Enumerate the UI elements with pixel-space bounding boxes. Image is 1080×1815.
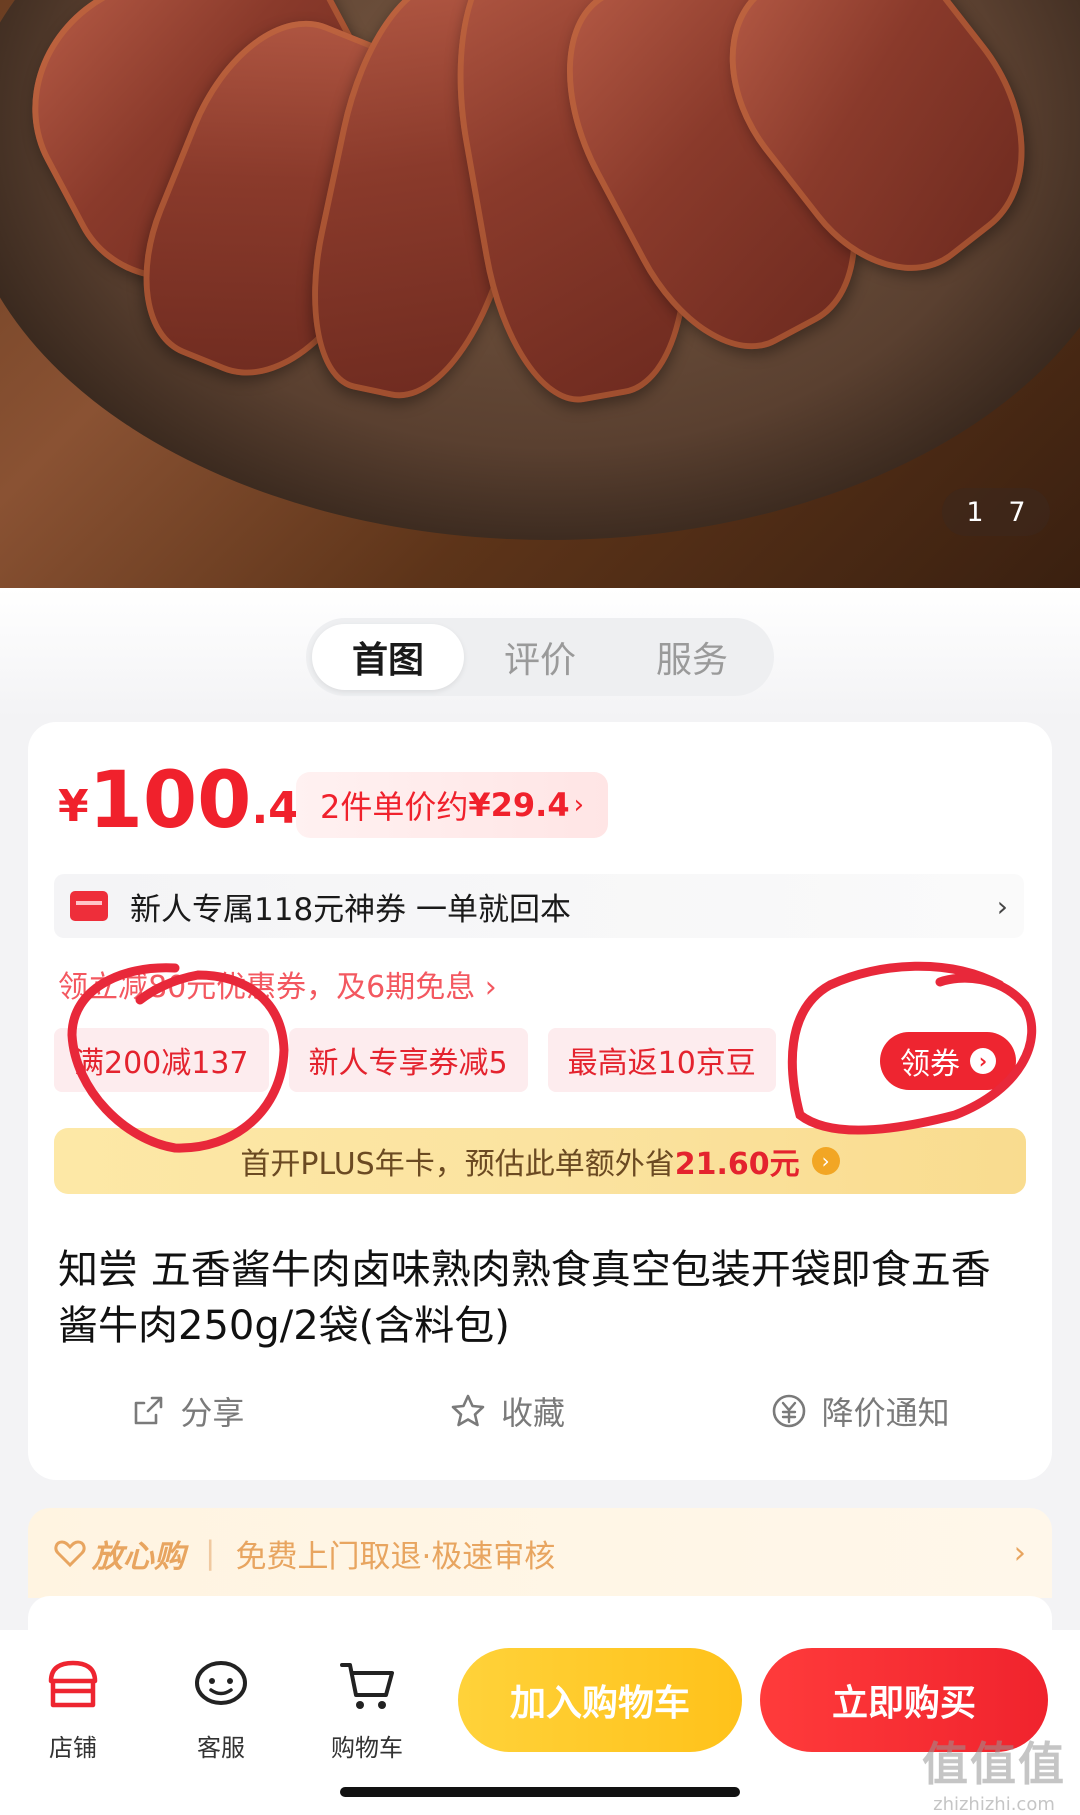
store-nav-button[interactable]: 店铺 [18,1650,128,1763]
promo-chips: 满200减137 新人专享券减5 最高返10京豆 [54,1028,796,1092]
product-title: 知尝 五香酱牛肉卤味熟肉熟食真空包装开袋即食五香酱牛肉250g/2袋(含料包) [58,1247,991,1349]
chevron-right-icon: › [996,889,1008,923]
tab-main-image[interactable]: 首图 [312,624,464,690]
tab-reviews[interactable]: 评价 [464,624,616,690]
promo-chip[interactable]: 最高返10京豆 [547,1028,776,1092]
assurance-text: 免费上门取退·极速审核 [235,1538,556,1575]
promo-chip[interactable]: 满200减137 [54,1028,269,1092]
watermark-url: zhizhizhi.com [933,1794,1055,1815]
unit-price-prefix: 2件单价约 [320,788,469,826]
share-icon [135,1396,163,1425]
get-coupon-label: 领券 [900,1047,960,1082]
get-coupon-button[interactable]: 领券 › [880,1032,1016,1090]
chevron-right-icon: › [1013,1535,1026,1571]
price: ¥ 100 .40 [58,762,329,840]
watermark: 值值值 zhizhizhi.com [922,1728,1066,1815]
coupon-promo-link[interactable]: 领立减80元优惠券，及6期免息 › [58,962,497,1006]
store-label: 店铺 [49,1734,97,1762]
image-counter: 1 7 [942,488,1050,536]
price-alert-icon [772,1394,805,1428]
product-image-gallery[interactable]: 1 7 [0,0,1080,588]
price-alert-button[interactable]: 降价通知 [770,1388,950,1434]
plus-banner-text: 首开PLUS年卡，预估此单额外省 [240,1147,675,1182]
new-user-coupon-banner[interactable]: 新人专属118元神券 一单就回本 › [54,874,1024,938]
watermark-main: 值值值 [922,1737,1066,1791]
add-to-cart-button[interactable]: 加入购物车 [458,1648,742,1752]
share-label: 分享 [180,1394,245,1432]
assurance-brand: 放心购 [54,1531,185,1576]
cart-nav-button[interactable]: 购物车 [312,1650,422,1763]
product-info-card: ¥ 100 .40 2件单价约 ¥29.4 › 新人专属118元神券 一单就回本… [28,722,1052,1480]
chevron-right-icon: › [811,1147,840,1175]
image-index: 1 [966,496,984,528]
star-icon [451,1394,485,1427]
cart-label: 购物车 [331,1734,403,1762]
chat-icon [195,1661,247,1705]
promo-chip[interactable]: 新人专享券减5 [288,1028,528,1092]
image-total: 7 [1008,496,1026,528]
share-button[interactable]: 分享 [130,1388,244,1434]
section-tabs: 首图 评价 服务 [306,618,774,696]
favorite-button[interactable]: 收藏 [449,1388,565,1434]
price-alert-label: 降价通知 [821,1394,950,1432]
store-icon [48,1660,98,1708]
heart-icon [54,1540,86,1568]
cart-icon [340,1663,394,1709]
customer-service-label: 客服 [197,1734,245,1762]
chevron-right-icon: › [573,790,584,820]
divider: | [205,1535,216,1571]
unit-price-value: ¥29.4 [468,786,570,824]
favorite-label: 收藏 [500,1394,565,1432]
chevron-right-icon: › [970,1048,996,1074]
plus-membership-banner[interactable]: 首开PLUS年卡，预估此单额外省 21.60元 › [54,1128,1026,1194]
currency-symbol: ¥ [58,781,89,832]
unit-price-badge[interactable]: 2件单价约 ¥29.4 › [296,772,608,838]
product-actions: 分享 收藏 降价通知 [28,1388,1052,1434]
tab-service[interactable]: 服务 [616,624,768,690]
price-integer: 100 [88,756,252,846]
customer-service-nav-button[interactable]: 客服 [166,1650,276,1763]
home-indicator [340,1787,740,1797]
assurance-banner[interactable]: 放心购 | 免费上门取退·极速审核 › [28,1508,1052,1598]
plus-banner-amount: 21.60元 [674,1147,800,1182]
coupon-card-icon [70,891,108,921]
assurance-brand-label: 放心购 [92,1538,185,1575]
new-user-banner-text: 新人专属118元神券 一单就回本 [130,891,572,928]
